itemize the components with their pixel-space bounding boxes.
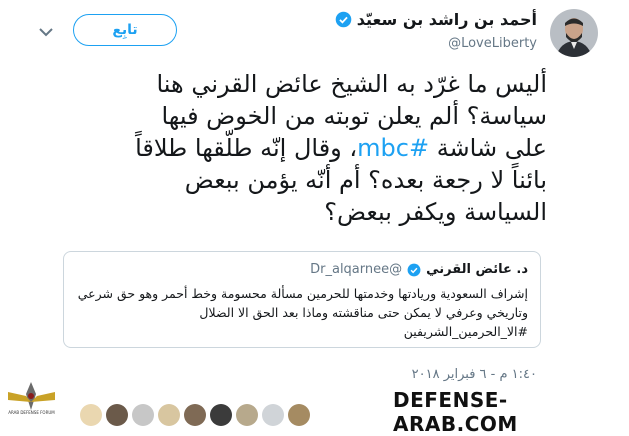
avatar[interactable] xyxy=(80,404,102,426)
logo-text: ARAB DEFENSE FORUM xyxy=(8,410,55,415)
watermark-text: DEFENSE-ARAB.COM xyxy=(393,388,518,436)
tweet-text: أليس ما غرّد به الشيخ عائض القرني هنا سي… xyxy=(40,68,547,228)
avatar[interactable] xyxy=(288,404,310,426)
hashtag-link[interactable]: #mbc xyxy=(357,134,429,162)
chevron-down-icon[interactable] xyxy=(37,25,55,39)
author-handle[interactable]: @LoveLiberty xyxy=(448,36,537,51)
avatar[interactable] xyxy=(236,404,258,426)
verified-badge-icon xyxy=(335,11,351,28)
arab-defense-logo: ARAB DEFENSE FORUM xyxy=(4,380,59,418)
avatar[interactable] xyxy=(550,9,598,57)
author-name-row[interactable]: أحمد بن راشد بن سعيّد xyxy=(335,10,537,29)
engagement-avatars[interactable] xyxy=(80,404,310,426)
quoted-tweet-header: د. عائض القرني @Dr_alqarnee xyxy=(310,262,528,277)
tweet-line: أليس ما غرّد به الشيخ عائض القرني هنا xyxy=(156,70,547,98)
avatar[interactable] xyxy=(210,404,232,426)
author-name[interactable]: أحمد بن راشد بن سعيّد xyxy=(357,10,537,29)
avatar[interactable] xyxy=(132,404,154,426)
quoted-tweet-card[interactable]: د. عائض القرني @Dr_alqarnee إشراف السعود… xyxy=(63,251,541,348)
quoted-author-handle: @Dr_alqarnee xyxy=(310,262,403,277)
avatar[interactable] xyxy=(158,404,180,426)
tweet-line: بائناً لا رجعة بعده؟ أم أنّه يؤمن ببعض xyxy=(184,166,547,194)
tweet-line: على شاشة xyxy=(429,134,547,162)
tweet-line: ، وقال إنّه طلّقها طلاقاً xyxy=(135,134,358,162)
avatar[interactable] xyxy=(184,404,206,426)
avatar[interactable] xyxy=(106,404,128,426)
avatar[interactable] xyxy=(262,404,284,426)
quoted-tweet-text: إشراف السعودية وريادتها وخدمتها للحرمين … xyxy=(77,286,528,339)
verified-badge-icon xyxy=(407,263,421,276)
tweet-timestamp[interactable]: ١:٤٠ م - ٦ فبراير ٢٠١٨ xyxy=(412,367,537,382)
quoted-author-name: د. عائض القرني xyxy=(426,262,528,277)
follow-button[interactable]: تابِع xyxy=(73,14,177,46)
tweet-line: السياسة ويكفر ببعض؟ xyxy=(324,198,547,226)
tweet-line: سياسة؟ ألم يعلن توبته من الخوض فيها xyxy=(161,102,547,130)
